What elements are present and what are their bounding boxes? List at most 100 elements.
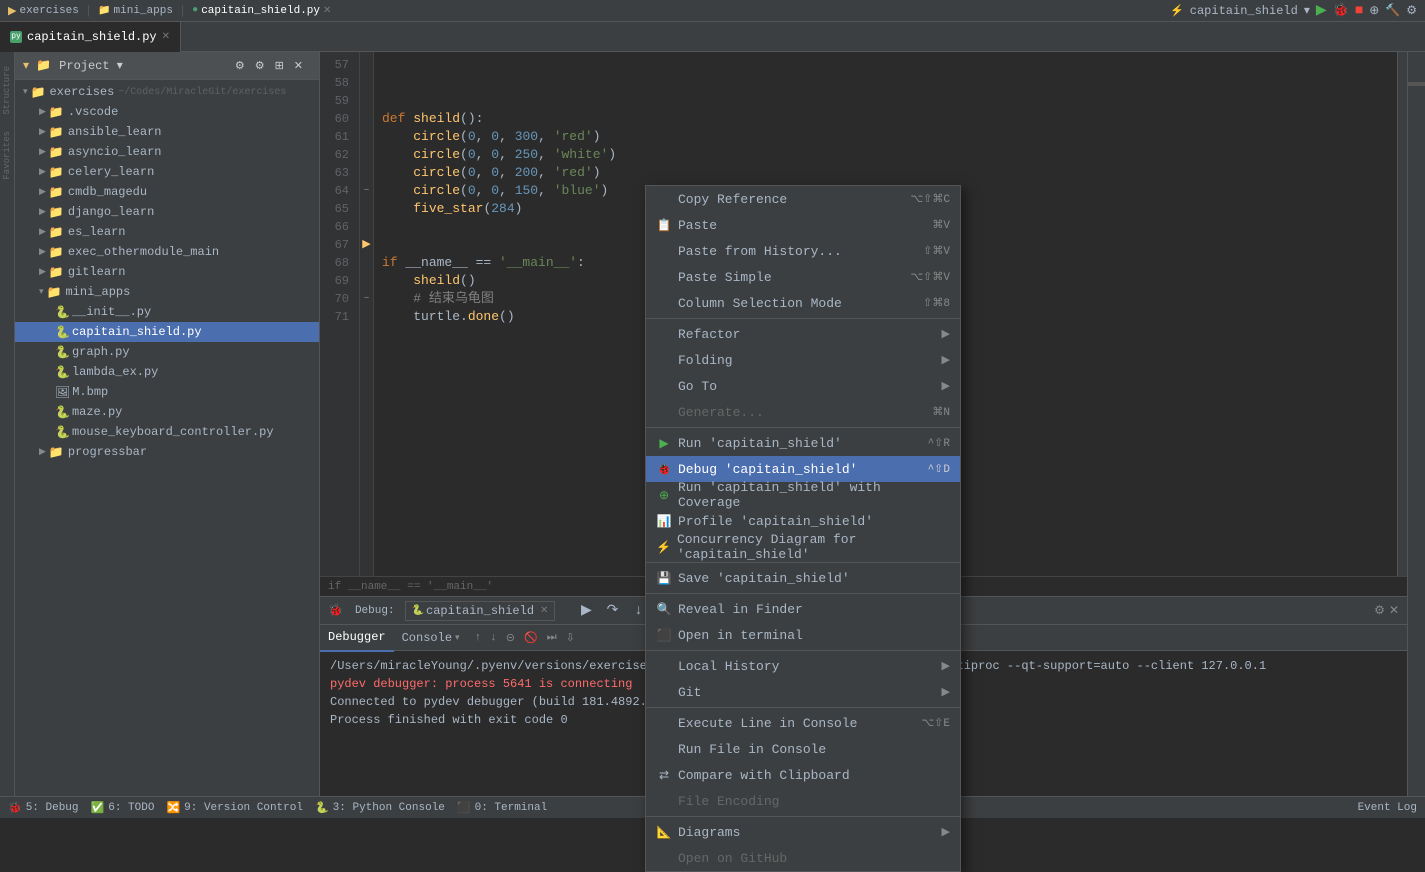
menu-local-history[interactable]: Local History ▶	[646, 653, 960, 679]
debug-settings-icon[interactable]: ⚙	[1374, 603, 1385, 618]
stop-button[interactable]: ■	[1355, 3, 1363, 19]
menu-file-encoding[interactable]: File Encoding	[646, 788, 960, 814]
menu-compare-clipboard[interactable]: ⇄ Compare with Clipboard	[646, 762, 960, 788]
console-btn1[interactable]: ↑	[472, 632, 485, 644]
tree-django[interactable]: ▶ 📁 django_learn	[15, 202, 319, 222]
menu-generate-label: Generate...	[678, 405, 764, 420]
right-icons-panel	[1407, 52, 1425, 796]
project-close-icon[interactable]: ✕	[294, 59, 303, 73]
py-console-icon: 🐍	[315, 801, 329, 815]
menu-open-terminal[interactable]: ⬛ Open in terminal	[646, 622, 960, 648]
menu-run-coverage[interactable]: ⊕ Run 'capitain_shield' with Coverage	[646, 482, 960, 508]
structure-tab[interactable]: Structure	[2, 62, 12, 119]
tree-graph[interactable]: 🐍 graph.py	[15, 342, 319, 362]
menu-run-file-console[interactable]: Run File in Console	[646, 736, 960, 762]
editor-tab-capitain-shield[interactable]: py capitain_shield.py ✕	[0, 22, 181, 52]
menu-generate[interactable]: Generate... ⌘N	[646, 399, 960, 425]
profile-menu-icon: 📊	[656, 513, 672, 529]
git-icon	[656, 684, 672, 700]
debug-step-over[interactable]: ↷	[601, 600, 623, 622]
vc-label: 9: Version Control	[184, 802, 303, 814]
menu-paste-simple[interactable]: Paste Simple ⌥⇧⌘V	[646, 264, 960, 290]
tab-capitain-shield[interactable]: ● capitain_shield.py ✕	[192, 5, 331, 17]
tree-progressbar[interactable]: ▶ 📁 progressbar	[15, 442, 319, 462]
menu-paste[interactable]: 📋 Paste ⌘V	[646, 212, 960, 238]
tree-maze[interactable]: 🐍 maze.py	[15, 402, 319, 422]
menu-profile[interactable]: 📊 Profile 'capitain_shield'	[646, 508, 960, 534]
menu-paste-history[interactable]: Paste from History... ⇧⌘V	[646, 238, 960, 264]
menu-execute-line[interactable]: Execute Line in Console ⌥⇧E	[646, 710, 960, 736]
menu-git[interactable]: Git ▶	[646, 679, 960, 705]
tree-root-exercises[interactable]: ▾ 📁 exercises ~/Codes/MiracleGit/exercis…	[15, 82, 319, 102]
debug-session-tab[interactable]: 🐍 capitain_shield ✕	[405, 601, 556, 621]
tree-mini-apps[interactable]: ▾ 📁 mini_apps	[15, 282, 319, 302]
tab-exercises[interactable]: ▶ exercises	[8, 4, 79, 18]
tree-mbmp[interactable]: 🖼 M.bmp	[15, 382, 319, 402]
run-config-label: capitain_shield	[1190, 4, 1298, 18]
settings-icon[interactable]: ⚙	[1406, 3, 1417, 18]
menu-open-terminal-label: Open in terminal	[678, 628, 803, 643]
editor-tab-close[interactable]: ✕	[162, 31, 170, 43]
run-config-arrow[interactable]: ▾	[1304, 3, 1310, 18]
debug-close-icon[interactable]: ✕	[1389, 603, 1399, 618]
console-btn6[interactable]: ⇩	[563, 631, 578, 645]
status-todo[interactable]: ✅ 6: TODO	[91, 801, 155, 815]
tree-init[interactable]: 🐍 __init__.py	[15, 302, 319, 322]
console-btn3[interactable]: ⊝	[503, 631, 518, 645]
menu-column-selection[interactable]: Column Selection Mode ⇧⌘8	[646, 290, 960, 316]
project-settings-icon[interactable]: ⚙	[235, 59, 245, 73]
menu-reveal-finder[interactable]: 🔍 Reveal in Finder	[646, 596, 960, 622]
tree-es[interactable]: ▶ 📁 es_learn	[15, 222, 319, 242]
menu-run[interactable]: ▶ Run 'capitain_shield' ^⇧R	[646, 430, 960, 456]
menu-debug[interactable]: 🐞 Debug 'capitain_shield' ^⇧D	[646, 456, 960, 482]
status-debug[interactable]: 🐞 5: Debug	[8, 801, 79, 815]
coverage-button[interactable]: ⊕	[1369, 3, 1379, 18]
tree-lambda[interactable]: 🐍 lambda_ex.py	[15, 362, 319, 382]
menu-copy-reference-label: Copy Reference	[678, 192, 787, 207]
favorites-tab[interactable]: Favorites	[2, 127, 12, 184]
tree-vscode[interactable]: ▶ 📁 .vscode	[15, 102, 319, 122]
menu-execute-line-label: Execute Line in Console	[678, 716, 857, 731]
tree-gitlearn[interactable]: ▶ 📁 gitlearn	[15, 262, 319, 282]
status-version-control[interactable]: 🔀 9: Version Control	[166, 801, 303, 815]
menu-concurrency[interactable]: ⚡ Concurrency Diagram for 'capitain_shie…	[646, 534, 960, 560]
menu-open-github[interactable]: Open on GitHub	[646, 845, 960, 871]
status-python-console[interactable]: 🐍 3: Python Console	[315, 801, 445, 815]
vertical-scrollbar[interactable]	[1397, 52, 1407, 576]
tab-debugger[interactable]: Debugger	[320, 624, 394, 652]
project-gear-icon[interactable]: ⚙	[255, 59, 265, 73]
tree-celery[interactable]: ▶ 📁 celery_learn	[15, 162, 319, 182]
menu-refactor[interactable]: Refactor ▶	[646, 321, 960, 347]
scrollbar-thumb[interactable]	[1408, 82, 1425, 86]
menu-refactor-label: Refactor	[678, 327, 740, 342]
generate-icon	[656, 404, 672, 420]
menu-diagrams[interactable]: 📐 Diagrams ▶	[646, 819, 960, 845]
menu-goto[interactable]: Go To ▶	[646, 373, 960, 399]
console-btn2[interactable]: ↓	[487, 632, 500, 644]
menu-compare-clipboard-label: Compare with Clipboard	[678, 768, 850, 783]
run-button[interactable]: ▶	[1316, 2, 1327, 19]
project-expand-icon[interactable]: ⊞	[275, 59, 284, 73]
event-log-label: Event Log	[1358, 802, 1417, 814]
folding-arrow: ▶	[942, 353, 950, 367]
tree-ansible[interactable]: ▶ 📁 ansible_learn	[15, 122, 319, 142]
debug-button[interactable]: 🐞	[1333, 3, 1349, 18]
tree-asyncio[interactable]: ▶ 📁 asyncio_learn	[15, 142, 319, 162]
menu-copy-reference[interactable]: Copy Reference ⌥⇧⌘C	[646, 186, 960, 212]
debug-session-close[interactable]: ✕	[540, 605, 548, 617]
tree-exec[interactable]: ▶ 📁 exec_othermodule_main	[15, 242, 319, 262]
tree-cmdb[interactable]: ▶ 📁 cmdb_magedu	[15, 182, 319, 202]
tab-mini-apps[interactable]: 📁 mini_apps	[98, 5, 173, 17]
build-button[interactable]: 🔨	[1385, 3, 1400, 18]
tree-mouse-keyboard[interactable]: 🐍 mouse_keyboard_controller.py	[15, 422, 319, 442]
tree-capitain-shield[interactable]: 🐍 capitain_shield.py	[15, 322, 319, 342]
console-btn4[interactable]: 🚫	[521, 631, 541, 645]
status-terminal[interactable]: ⬛ 0: Terminal	[457, 801, 547, 815]
tab-console[interactable]: Console ▾	[394, 624, 468, 652]
debug-resume[interactable]: ▶	[575, 600, 597, 622]
breadcrumb-text: if __name__ == '__main__'	[328, 581, 493, 593]
menu-folding[interactable]: Folding ▶	[646, 347, 960, 373]
console-btn5[interactable]: ⏭	[544, 632, 560, 644]
status-event-log[interactable]: Event Log	[1358, 802, 1417, 814]
menu-save[interactable]: 💾 Save 'capitain_shield'	[646, 565, 960, 591]
